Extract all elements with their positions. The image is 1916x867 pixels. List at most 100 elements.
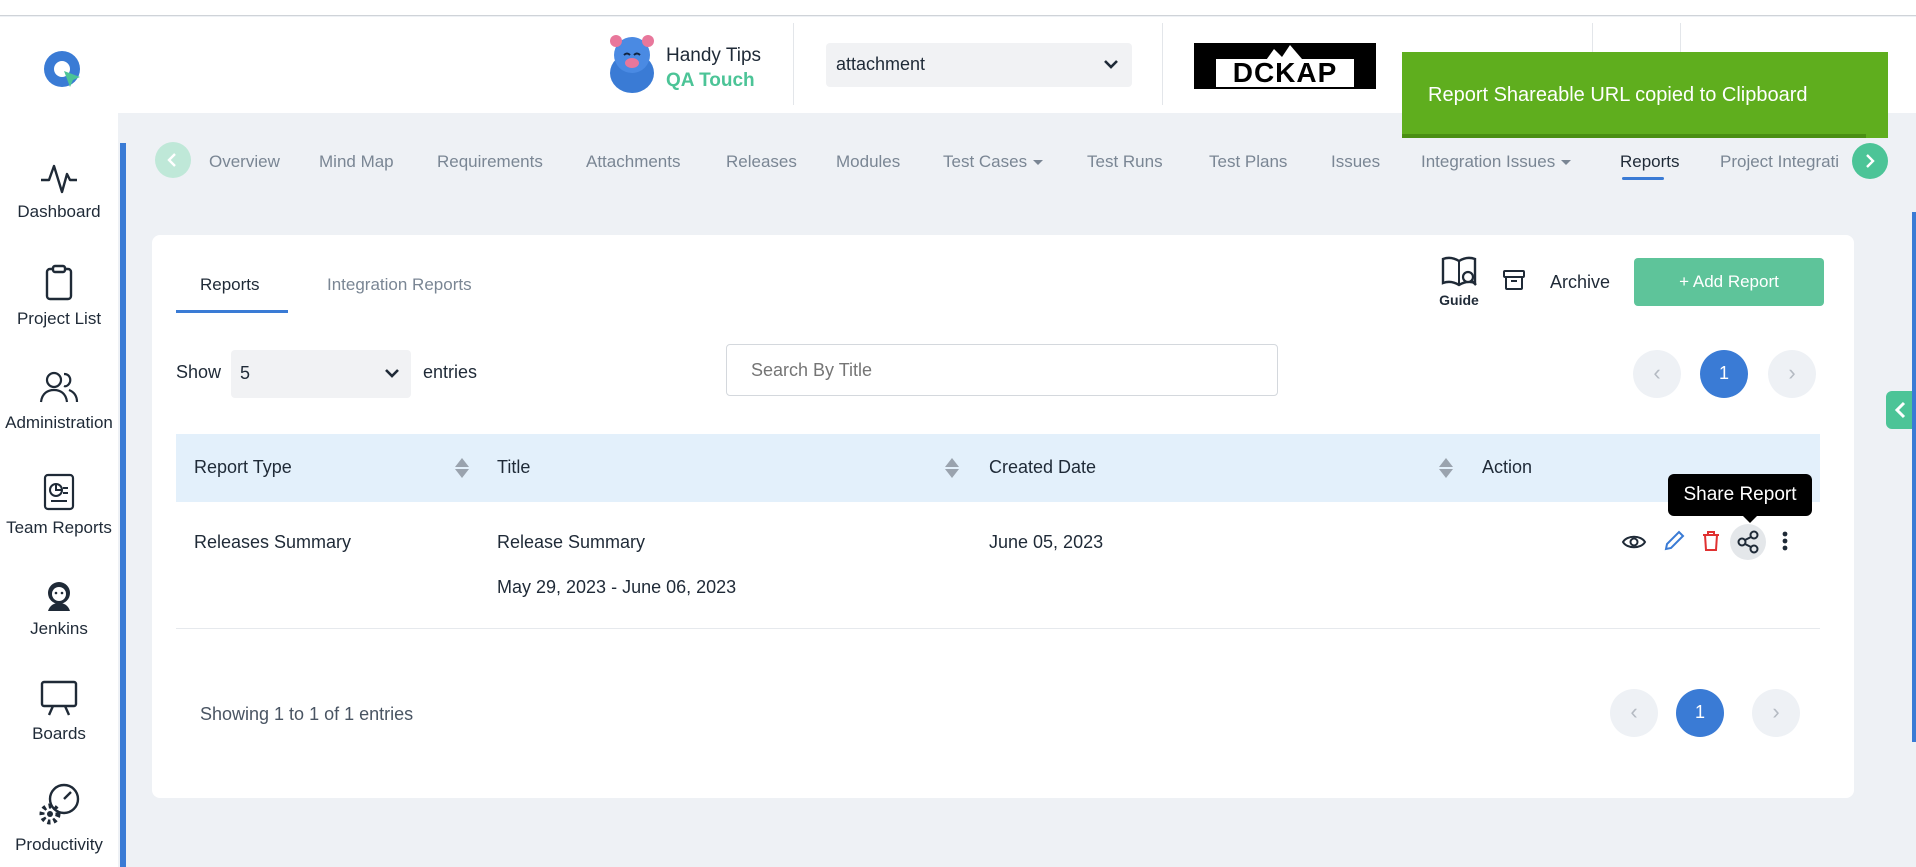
search-by-title-input[interactable] [726, 344, 1278, 396]
users-icon [39, 371, 79, 403]
cell-created-date: June 05, 2023 [989, 532, 1104, 552]
toast-notification[interactable]: Report Shareable URL copied to Clipboard [1402, 52, 1888, 138]
sidebar-item-productivity[interactable]: Productivity [0, 781, 118, 855]
page-scrollbar[interactable] [1912, 212, 1916, 742]
project-select-value: attachment [836, 54, 926, 74]
tab-mind-map[interactable]: Mind Map [319, 152, 394, 172]
archive-button[interactable]: Archive [1502, 269, 1610, 293]
sidebar-item-dashboard[interactable]: Dashboard [0, 160, 118, 222]
pagination-prev-button[interactable]: ‹ [1633, 350, 1681, 398]
toast-message: Report Shareable URL copied to Clipboard [1428, 84, 1808, 106]
tab-project-integrations[interactable]: Project Integrati [1720, 152, 1870, 172]
guide-label: Guide [1439, 292, 1479, 308]
showing-entries-text: Showing 1 to 1 of 1 entries [200, 704, 414, 724]
pulse-icon [41, 164, 77, 194]
row-divider [176, 628, 1820, 629]
sidebar-item-label: Productivity [15, 835, 103, 854]
pagination-prev-button[interactable]: ‹ [1610, 689, 1658, 737]
sidebar-item-team-reports[interactable]: Team Reports [0, 472, 118, 538]
tab-test-cases[interactable]: Test Cases [943, 152, 1044, 172]
entries-label: entries [423, 362, 478, 382]
active-tab-underline [1622, 177, 1664, 180]
book-search-icon [1441, 256, 1477, 287]
table-header: Report Type Title Created Date Action [176, 434, 1820, 502]
sort-icon[interactable] [944, 456, 960, 480]
column-header-report-type[interactable]: Report Type [194, 457, 292, 478]
tabs-scroll-left-button[interactable] [155, 142, 191, 178]
sidebar-item-label: Jenkins [30, 619, 88, 638]
column-header-action: Action [1482, 457, 1533, 477]
presentation-board-icon [40, 680, 78, 716]
tab-overview[interactable]: Overview [209, 152, 280, 172]
show-label: Show [176, 362, 222, 382]
brand-text: Handy Tips QA Touch [666, 43, 761, 93]
column-header-created-date[interactable]: Created Date [989, 457, 1096, 478]
clipboard-icon [45, 264, 73, 301]
sidebar-item-label: Team Reports [6, 518, 112, 537]
entries-select-value: 5 [240, 363, 251, 383]
share-icon [1737, 530, 1759, 554]
cell-report-type: Releases Summary [194, 532, 352, 552]
pagination-page-button[interactable]: 1 [1700, 350, 1748, 398]
pagination-page-button[interactable]: 1 [1676, 689, 1724, 737]
guide-button[interactable]: Guide [1434, 255, 1484, 308]
sort-icon[interactable] [1438, 456, 1454, 480]
chevron-left-icon [167, 153, 176, 167]
edit-pencil-icon[interactable] [1662, 529, 1686, 553]
share-report-button[interactable] [1730, 524, 1766, 560]
delete-trash-icon[interactable] [1700, 529, 1722, 553]
browser-top-strip [0, 0, 1916, 16]
sidebar-item-label: Project List [16, 309, 102, 328]
cell-title-range: May 29, 2023 - June 06, 2023 [497, 577, 737, 597]
subtab-reports[interactable]: Reports [200, 275, 260, 295]
caret-down-icon [1032, 160, 1043, 165]
tab-label: Test Cases [943, 152, 1028, 171]
cell-title: Release Summary [497, 532, 646, 552]
productivity-gears-icon [39, 783, 80, 825]
tab-label: Integration Issues [1421, 152, 1556, 171]
brand-line-2: QA Touch [666, 70, 755, 91]
more-options-icon[interactable] [1780, 529, 1790, 553]
sidebar-item-project-list[interactable]: Project List [0, 263, 118, 329]
pagination-next-button[interactable]: › [1752, 689, 1800, 737]
tab-test-runs[interactable]: Test Runs [1087, 152, 1163, 172]
tab-reports[interactable]: Reports [1620, 152, 1680, 172]
chevron-down-icon [385, 369, 399, 378]
pagination-next-button[interactable]: › [1768, 350, 1816, 398]
sidebar-active-bar [120, 143, 126, 867]
report-chart-icon [43, 473, 75, 511]
tab-modules[interactable]: Modules [836, 152, 900, 172]
sidebar-item-label: Administration [5, 413, 113, 432]
project-select[interactable]: attachment [826, 43, 1132, 87]
view-eye-icon[interactable] [1621, 531, 1647, 553]
sidebar-item-boards[interactable]: Boards [0, 678, 118, 744]
tab-requirements[interactable]: Requirements [437, 152, 543, 172]
header-divider [793, 23, 794, 105]
org-logo: DCKAP [1194, 43, 1376, 89]
tab-releases[interactable]: Releases [726, 152, 797, 172]
sidebar-item-administration[interactable]: Administration [0, 369, 118, 433]
column-header-title[interactable]: Title [497, 457, 530, 478]
sidebar: Dashboard Project List Administration Te… [0, 113, 118, 867]
sort-icon[interactable] [454, 456, 470, 480]
tabs-scroll-right-button[interactable] [1852, 143, 1888, 179]
toast-progress-bar [1402, 134, 1866, 138]
tooltip-arrow [1742, 515, 1758, 523]
caret-down-icon [1560, 160, 1571, 165]
sidebar-item-label: Boards [32, 724, 86, 743]
add-report-button[interactable]: + Add Report [1634, 258, 1824, 306]
tab-attachments[interactable]: Attachments [586, 152, 681, 172]
archive-label: Archive [1550, 272, 1611, 292]
tab-integration-issues[interactable]: Integration Issues [1421, 152, 1572, 172]
chevron-right-icon [1866, 154, 1875, 168]
org-logo-text: DCKAP [1216, 59, 1354, 87]
brand-line-1: Handy Tips [666, 45, 762, 66]
sidebar-item-jenkins[interactable]: Jenkins [0, 579, 118, 639]
subtab-active-underline [176, 310, 288, 313]
tab-test-plans[interactable]: Test Plans [1209, 152, 1287, 172]
entries-per-page-select[interactable]: 5 [231, 350, 411, 398]
app-logo-icon[interactable] [40, 47, 84, 91]
subtab-integration-reports[interactable]: Integration Reports [327, 275, 472, 295]
tab-issues[interactable]: Issues [1331, 152, 1380, 172]
archive-box-icon [1503, 270, 1525, 290]
